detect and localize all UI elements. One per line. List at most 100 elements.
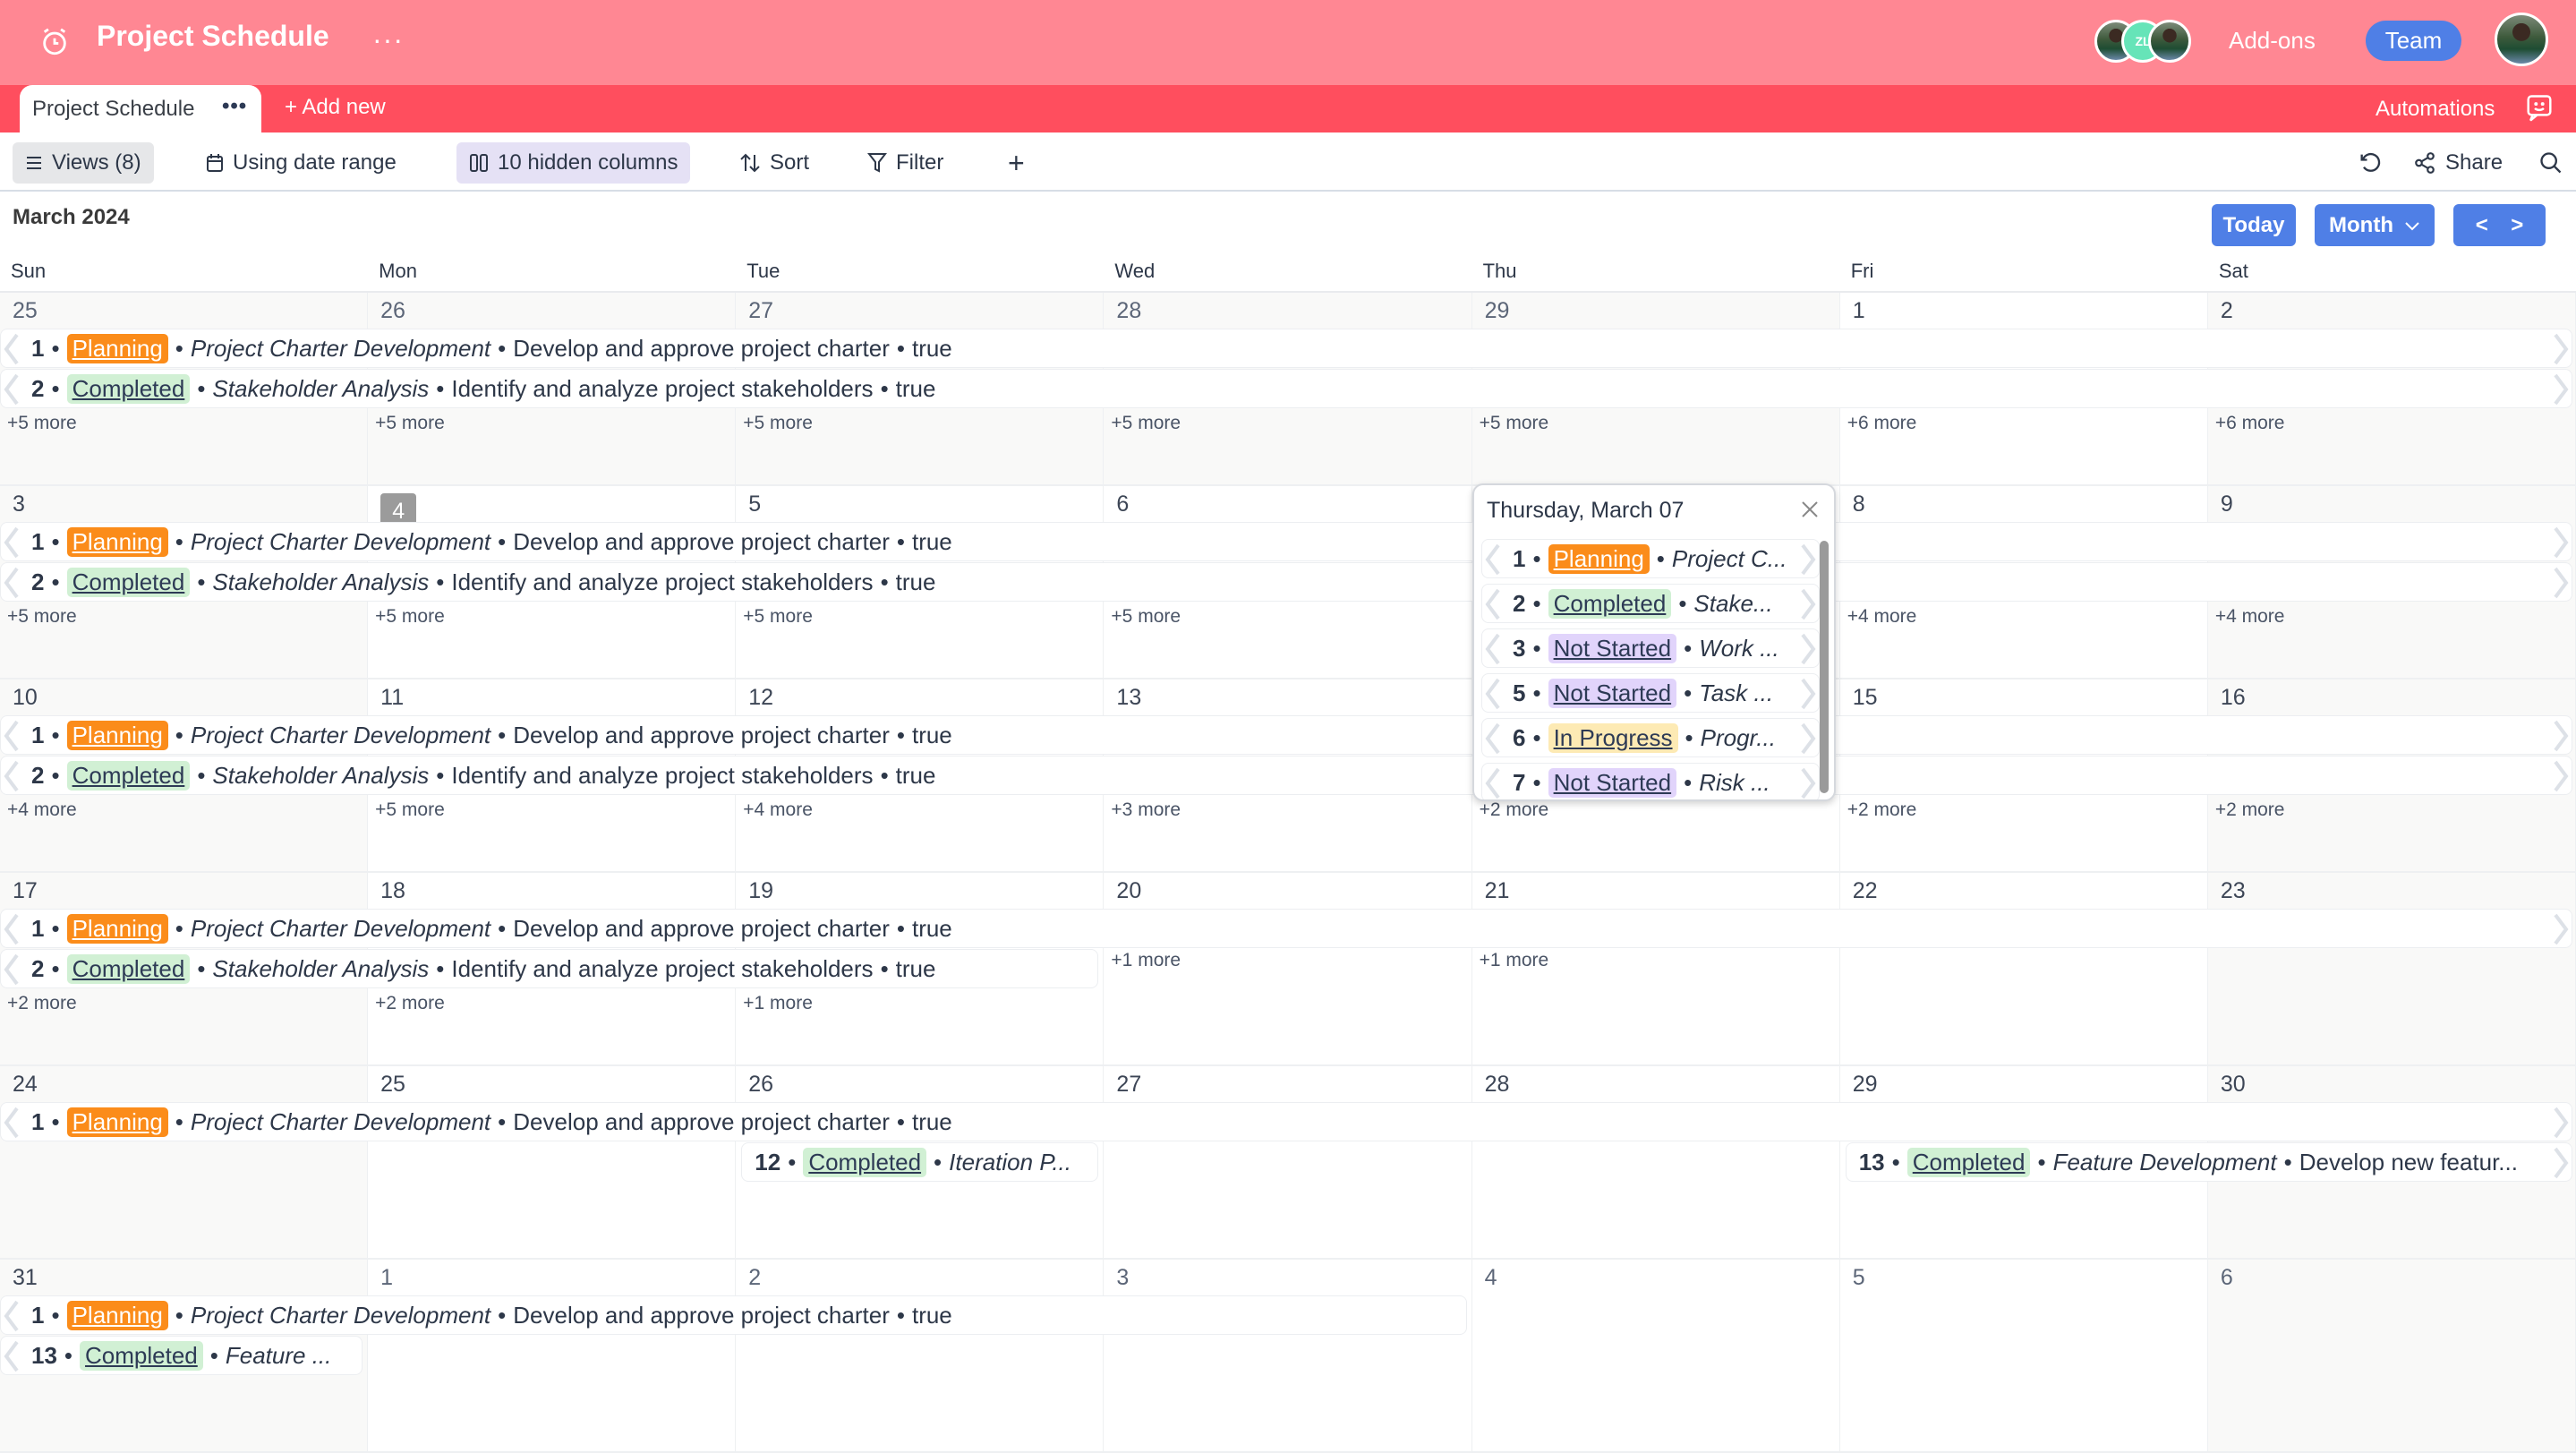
- status-badge[interactable]: Planning: [1548, 543, 1650, 574]
- search-button[interactable]: [2526, 142, 2576, 184]
- avatar[interactable]: [2148, 20, 2191, 63]
- status-badge[interactable]: Completed: [66, 760, 191, 791]
- event-bar[interactable]: 1 • Planning • Project Charter Development • D…: [0, 1102, 2572, 1141]
- sort-button[interactable]: Sort: [727, 142, 822, 184]
- add-view-option-button[interactable]: +: [995, 142, 1037, 184]
- prev-month-button[interactable]: <: [2476, 213, 2488, 238]
- more-events-link[interactable]: +5 more: [7, 413, 77, 434]
- more-events-link[interactable]: +3 more: [1111, 799, 1181, 821]
- tab-project-schedule[interactable]: Project Schedule •••: [20, 85, 261, 132]
- status-badge[interactable]: Not Started: [1548, 633, 1677, 663]
- more-events-link[interactable]: +5 more: [1111, 413, 1181, 434]
- status-badge[interactable]: Completed: [66, 953, 191, 984]
- automations-button[interactable]: Automations: [2376, 97, 2495, 122]
- event-bar[interactable]: 1 • Planning • Project Charter Development • D…: [0, 522, 2572, 561]
- popup-event-item[interactable]: 6 • In Progress • Progr...: [1481, 718, 1820, 757]
- status-badge[interactable]: Completed: [80, 1340, 203, 1371]
- event-bar[interactable]: 1 • Planning • Project Charter Development • D…: [0, 715, 2572, 755]
- popup-event-item[interactable]: 7 • Not Started • Risk ...: [1481, 763, 1820, 799]
- day-cell[interactable]: 4: [1471, 1260, 1840, 1453]
- day-cell[interactable]: 20 +1 more: [1104, 873, 1472, 1066]
- day-cell[interactable]: 2: [736, 1260, 1105, 1453]
- popup-scrollbar[interactable]: [1820, 541, 1829, 793]
- event-bar[interactable]: 2 • Completed • Stakeholder Analysis • Identif…: [0, 369, 2572, 408]
- undo-button[interactable]: [2345, 142, 2395, 184]
- status-badge[interactable]: Completed: [66, 373, 191, 404]
- share-button[interactable]: Share: [2401, 142, 2515, 184]
- more-events-link[interactable]: +4 more: [1847, 606, 1917, 628]
- more-events-link[interactable]: +4 more: [743, 799, 813, 821]
- more-events-link[interactable]: +2 more: [1847, 799, 1917, 821]
- close-icon[interactable]: [1800, 500, 1820, 519]
- today-button[interactable]: Today: [2212, 204, 2296, 246]
- status-badge[interactable]: Completed: [1906, 1147, 2031, 1177]
- more-events-link[interactable]: +5 more: [743, 606, 813, 628]
- day-cell[interactable]: 6: [2207, 1260, 2576, 1453]
- event-bar[interactable]: 1 • Planning • Project Charter Development • D…: [0, 909, 2572, 948]
- popup-event-item[interactable]: 3 • Not Started • Work ...: [1481, 628, 1820, 668]
- day-cell[interactable]: 23: [2207, 873, 2576, 1066]
- event-bar[interactable]: 12 • Completed • Iteration P...: [741, 1142, 1099, 1182]
- event-bar[interactable]: 2 • Completed • Stakeholder Analysis • Identif…: [0, 949, 1099, 988]
- event-bar[interactable]: 2 • Completed • Stakeholder Analysis • Identif…: [0, 562, 2572, 602]
- day-cell[interactable]: 1: [368, 1260, 737, 1453]
- more-events-link[interactable]: +2 more: [1480, 799, 1549, 821]
- more-events-link[interactable]: +2 more: [7, 993, 77, 1014]
- more-events-link[interactable]: +5 more: [1111, 606, 1181, 628]
- more-events-link[interactable]: +2 more: [375, 993, 445, 1014]
- event-bar[interactable]: 13 • Completed • Feature Development • Develop…: [1845, 1142, 2572, 1182]
- date-range-button[interactable]: Using date range: [193, 142, 409, 184]
- more-events-link[interactable]: +6 more: [1847, 413, 1917, 434]
- views-button[interactable]: Views (8): [13, 142, 154, 184]
- day-cell[interactable]: 24: [0, 1066, 369, 1260]
- more-events-link[interactable]: +4 more: [2215, 606, 2285, 628]
- day-cell[interactable]: 25: [368, 1066, 737, 1260]
- status-badge[interactable]: Planning: [66, 720, 168, 750]
- status-badge[interactable]: Completed: [66, 567, 191, 597]
- status-badge[interactable]: Planning: [66, 526, 168, 557]
- team-button[interactable]: Team: [2366, 21, 2461, 61]
- filter-button[interactable]: Filter: [855, 142, 956, 184]
- status-badge[interactable]: In Progress: [1548, 722, 1678, 753]
- add-new-tab-button[interactable]: + Add new: [285, 95, 386, 120]
- more-events-link[interactable]: +5 more: [7, 606, 77, 628]
- status-badge[interactable]: Completed: [1548, 588, 1672, 619]
- more-events-link[interactable]: +1 more: [1111, 950, 1181, 971]
- app-more-button[interactable]: ···: [372, 23, 404, 56]
- status-badge[interactable]: Planning: [66, 1300, 168, 1330]
- more-events-link[interactable]: +5 more: [1480, 413, 1549, 434]
- status-badge[interactable]: Planning: [66, 913, 168, 944]
- status-badge[interactable]: Not Started: [1548, 767, 1677, 798]
- feedback-chat-icon[interactable]: [2526, 94, 2553, 123]
- user-avatar[interactable]: [2495, 13, 2548, 66]
- more-events-link[interactable]: +1 more: [743, 993, 813, 1014]
- event-bar[interactable]: 2 • Completed • Stakeholder Analysis • Identif…: [0, 756, 2572, 795]
- tab-more-button[interactable]: •••: [222, 94, 247, 119]
- popup-event-item[interactable]: 1 • Planning • Project C...: [1481, 539, 1820, 578]
- day-cell[interactable]: 28: [1471, 1066, 1840, 1260]
- more-events-link[interactable]: +5 more: [375, 413, 445, 434]
- collaborator-avatars[interactable]: ZL: [2094, 20, 2193, 64]
- more-events-link[interactable]: +2 more: [2215, 799, 2285, 821]
- more-events-link[interactable]: +6 more: [2215, 413, 2285, 434]
- addons-link[interactable]: Add-ons: [2229, 27, 2316, 55]
- day-cell[interactable]: 21 +1 more: [1471, 873, 1840, 1066]
- status-badge[interactable]: Planning: [66, 1107, 168, 1137]
- more-events-link[interactable]: +5 more: [375, 606, 445, 628]
- more-events-link[interactable]: +5 more: [375, 799, 445, 821]
- popup-event-item[interactable]: 5 • Not Started • Task ...: [1481, 673, 1820, 713]
- hidden-columns-button[interactable]: 10 hidden columns: [456, 142, 691, 184]
- more-events-link[interactable]: +5 more: [743, 413, 813, 434]
- day-cell[interactable]: 27: [1104, 1066, 1472, 1260]
- day-cell[interactable]: 22: [1839, 873, 2208, 1066]
- event-bar[interactable]: 1 • Planning • Project Charter Development • D…: [0, 1295, 1467, 1335]
- popup-event-item[interactable]: 2 • Completed • Stake...: [1481, 584, 1820, 623]
- status-badge[interactable]: Completed: [803, 1147, 927, 1177]
- view-mode-dropdown[interactable]: Month: [2315, 204, 2435, 246]
- event-bar[interactable]: 1 • Planning • Project Charter Development • D…: [0, 329, 2572, 368]
- more-events-link[interactable]: +1 more: [1480, 950, 1549, 971]
- event-bar[interactable]: 13 • Completed • Feature ...: [0, 1336, 363, 1375]
- day-cell[interactable]: 3: [1104, 1260, 1472, 1453]
- next-month-button[interactable]: >: [2511, 213, 2523, 238]
- more-events-link[interactable]: +4 more: [7, 799, 77, 821]
